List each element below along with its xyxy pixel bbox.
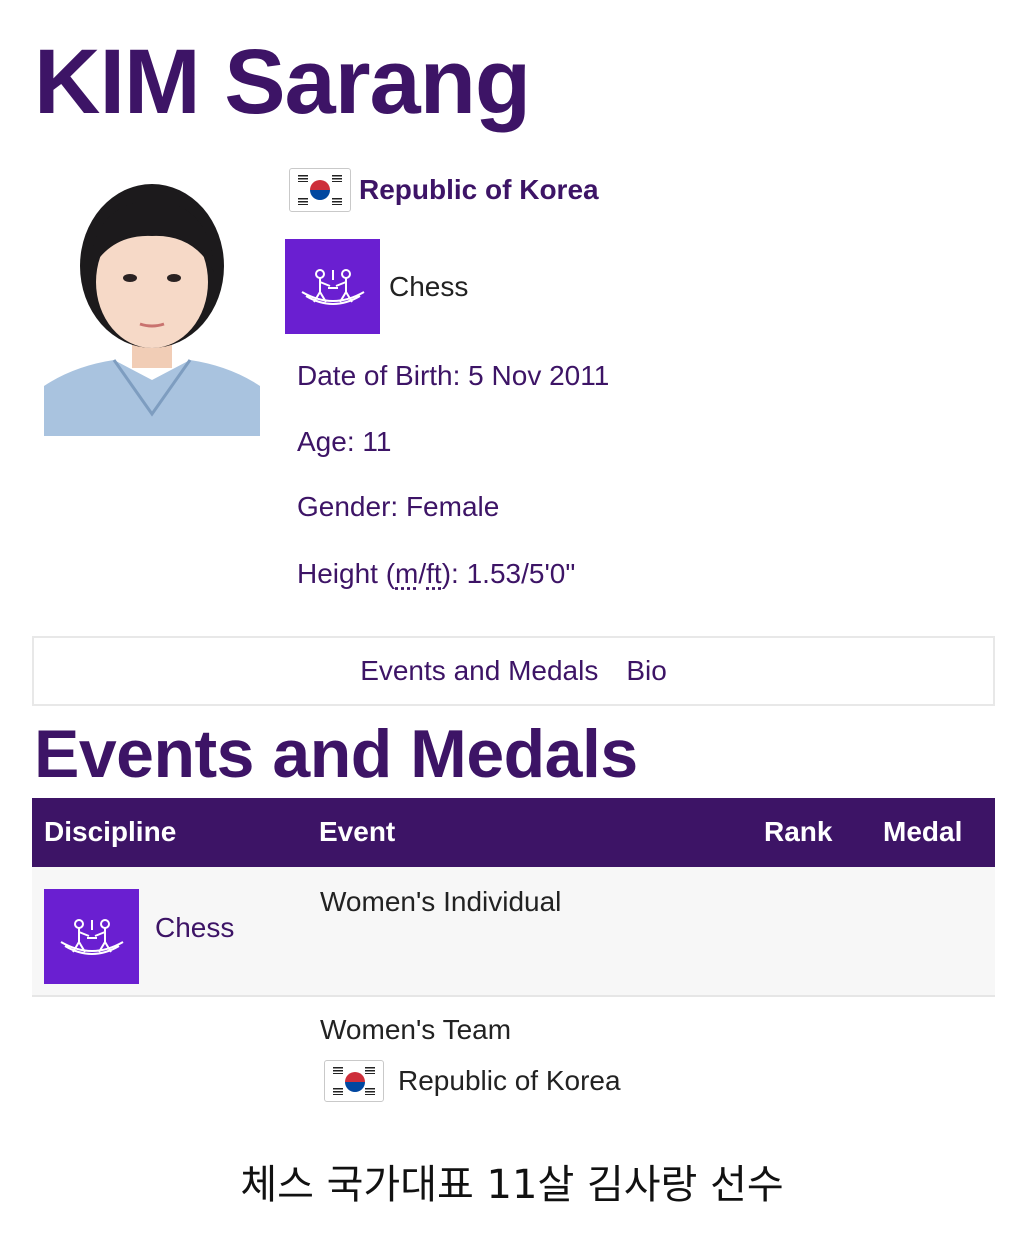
- height-unit-ft: ft: [426, 558, 442, 589]
- gender: Gender: Female: [297, 491, 500, 522]
- chess-pictogram-icon: [44, 889, 139, 984]
- height-prefix: Height (: [297, 558, 396, 589]
- row-event: Women's Individual: [320, 886, 562, 917]
- chess-pictogram-icon: [285, 239, 380, 334]
- column-header-discipline: Discipline: [44, 816, 177, 847]
- sport-row[interactable]: Chess: [285, 239, 468, 334]
- row-event: Women's Team: [320, 1014, 512, 1045]
- date-of-birth: Date of Birth: 5 Nov 2011: [297, 360, 610, 391]
- image-caption: 체스 국가대표 11살 김사랑 선수: [240, 1162, 784, 1208]
- column-header-medal: Medal: [883, 816, 963, 847]
- sport-link[interactable]: Chess: [389, 271, 468, 303]
- row-discipline-link[interactable]: Chess: [155, 912, 234, 944]
- tab-events-and-medals[interactable]: Events and Medals: [360, 655, 598, 687]
- results-table: Discipline Event Rank Medal Chess Women'…: [32, 798, 995, 1117]
- column-header-event: Event: [319, 816, 396, 847]
- profile-tabs: Events and Medals Bio: [32, 636, 995, 706]
- country-row[interactable]: Republic of Korea: [289, 168, 599, 212]
- tab-bio[interactable]: Bio: [626, 655, 666, 687]
- section-title: Events and Medals: [34, 716, 638, 792]
- height-value: ): 1.53/5'0": [441, 558, 576, 589]
- column-header-rank: Rank: [764, 816, 833, 847]
- south-korea-flag-icon: [289, 168, 351, 212]
- team-country-name[interactable]: Republic of Korea: [398, 1065, 621, 1097]
- height: Height (m/ft): 1.53/5'0": [297, 558, 575, 590]
- south-korea-flag-icon: [324, 1060, 384, 1102]
- age: Age: 11: [297, 426, 392, 457]
- country-link[interactable]: Republic of Korea: [359, 174, 599, 206]
- height-separator: /: [418, 558, 427, 589]
- team-country[interactable]: Republic of Korea: [324, 1060, 621, 1102]
- height-unit-m: m: [395, 558, 419, 589]
- athlete-name: KIM Sarang: [34, 31, 531, 133]
- athlete-photo: [44, 174, 260, 436]
- table-header: Discipline Event Rank Medal: [32, 798, 995, 867]
